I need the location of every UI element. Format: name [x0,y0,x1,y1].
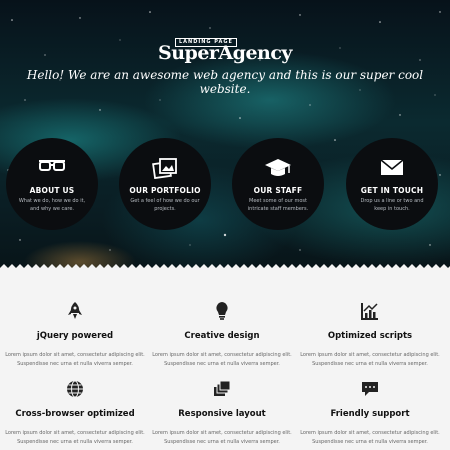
nav-circle-staff[interactable]: OUR STAFF Meet some of our most intricat… [232,138,324,230]
feature-title: jQuery powered [36,331,114,341]
feature-text-line: Suspendisse nec urna et nulla viverra se… [312,361,428,367]
circle-title: OUR STAFF [253,186,303,195]
feature-text-line: Suspendisse nec urna et nulla viverra se… [164,361,280,367]
feature-text-line: Lorem ipsum dolor sit amet, consectetur … [300,352,440,358]
chart-icon [295,302,445,322]
feature-title: Friendly support [330,409,410,419]
feature-text-line: Lorem ipsum dolor sit amet, consectetur … [5,352,145,358]
circle-description: Get a feel of how we do our projects. [130,198,200,212]
feature-title: Optimized scripts [327,331,413,341]
feature-title: Cross-browser optimized [15,409,135,419]
feature-support: Friendly support Lorem ipsum dolor sit a… [295,380,445,447]
nav-circle-contact[interactable]: GET IN TOUCH Drop us a line or two and k… [346,138,438,230]
feature-scripts: Optimized scripts Lorem ipsum dolor sit … [295,302,445,369]
hero-tagline: Hello! We are an awesome web agency and … [26,68,424,96]
nav-circle-portfolio[interactable]: OUR PORTFOLIO Get a feel of how we do ou… [119,138,211,230]
feature-text-line: Suspendisse nec urna et nulla viverra se… [17,361,133,367]
graduation-cap-icon [232,157,324,179]
speech-bubble-icon [295,380,445,400]
lightbulb-icon [147,302,297,322]
feature-title: Responsive layout [178,409,266,419]
circle-description: Meet some of our most intricate staff me… [247,198,309,212]
envelope-icon [346,157,438,179]
feature-jquery: jQuery powered Lorem ipsum dolor sit ame… [0,302,150,369]
feature-text-line: Suspendisse nec urna et nulla viverra se… [164,439,280,445]
feature-text: Lorem ipsum dolor sit amet, consectetur … [295,429,445,447]
circle-title: GET IN TOUCH [360,186,424,195]
hero-section: LANDING PAGE SuperAgency Hello! We are a… [0,0,450,272]
feature-text: Lorem ipsum dolor sit amet, consectetur … [0,351,150,369]
feature-text: Lorem ipsum dolor sit amet, consectetur … [147,351,297,369]
feature-cross-browser: Cross-browser optimized Lorem ipsum dolo… [0,380,150,447]
circle-description: Drop us a line or two and keep in touch. [360,198,424,212]
circle-title: OUR PORTFOLIO [129,186,201,195]
feature-title: Creative design [184,331,260,341]
nav-circle-about[interactable]: ABOUT US What we do, how we do it, and w… [6,138,98,230]
feature-text: Lorem ipsum dolor sit amet, consectetur … [147,429,297,447]
feature-text-line: Lorem ipsum dolor sit amet, consectetur … [300,430,440,436]
zigzag-divider [0,264,450,272]
feature-text: Lorem ipsum dolor sit amet, consectetur … [295,351,445,369]
globe-icon [0,380,150,400]
circle-title: ABOUT US [29,186,75,195]
rocket-icon [0,302,150,322]
feature-text-line: Suspendisse nec urna et nulla viverra se… [17,439,133,445]
logo-name: SuperAgency [158,42,292,64]
circle-description: What we do, how we do it, and why we car… [18,198,86,212]
feature-creative: Creative design Lorem ipsum dolor sit am… [147,302,297,369]
feature-text-line: Suspendisse nec urna et nulla viverra se… [312,439,428,445]
feature-text: Lorem ipsum dolor sit amet, consectetur … [0,429,150,447]
feature-responsive: Responsive layout Lorem ipsum dolor sit … [147,380,297,447]
feature-text-line: Lorem ipsum dolor sit amet, consectetur … [152,430,292,436]
layers-icon [147,380,297,400]
feature-text-line: Lorem ipsum dolor sit amet, consectetur … [5,430,145,436]
images-icon [119,157,211,180]
glasses-icon [6,157,98,179]
feature-text-line: Lorem ipsum dolor sit amet, consectetur … [152,352,292,358]
